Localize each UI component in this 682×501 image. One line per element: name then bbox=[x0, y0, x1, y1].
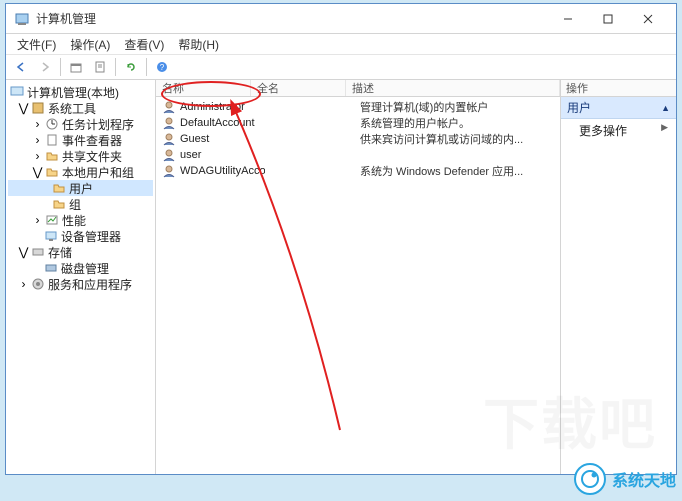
chevron-right-icon: ▶ bbox=[661, 122, 668, 133]
scheduler-icon bbox=[45, 117, 59, 131]
perf-icon bbox=[45, 213, 59, 227]
collapse-icon[interactable]: ⋁ bbox=[32, 167, 43, 178]
col-fullname[interactable]: 全名 bbox=[251, 80, 346, 96]
user-name: DefaultAccount bbox=[180, 117, 265, 129]
device-icon bbox=[44, 229, 58, 243]
collapse-icon[interactable]: ⋁ bbox=[18, 247, 29, 258]
user-name: Guest bbox=[180, 133, 265, 145]
user-icon bbox=[162, 132, 176, 146]
user-row[interactable]: user bbox=[156, 147, 560, 163]
user-row[interactable]: WDAGUtilityAccount 系统为 Windows Defender 应… bbox=[156, 163, 560, 179]
nav-tree[interactable]: 计算机管理(本地) ⋁ 系统工具 › 任务计划程序 › 事件查看器 › 共享文件… bbox=[6, 80, 156, 474]
menu-help[interactable]: 帮助(H) bbox=[173, 35, 224, 54]
up-button[interactable] bbox=[65, 56, 87, 78]
tree-scheduler[interactable]: › 任务计划程序 bbox=[8, 116, 153, 132]
tree-perf[interactable]: › 性能 bbox=[8, 212, 153, 228]
maximize-button[interactable] bbox=[588, 5, 628, 33]
expand-icon[interactable]: › bbox=[32, 151, 43, 162]
computer-icon bbox=[10, 85, 24, 99]
users-folder-icon bbox=[45, 165, 59, 179]
tree-systools[interactable]: ⋁ 系统工具 bbox=[8, 100, 153, 116]
folder-icon bbox=[45, 149, 59, 163]
help-button[interactable]: ? bbox=[151, 56, 173, 78]
list-header: 名称 全名 描述 bbox=[156, 80, 560, 97]
folder-icon bbox=[52, 181, 66, 195]
col-name[interactable]: 名称 bbox=[156, 80, 251, 96]
tools-icon bbox=[31, 101, 45, 115]
titlebar[interactable]: 计算机管理 bbox=[6, 4, 676, 34]
minimize-button[interactable] bbox=[548, 5, 588, 33]
refresh-button[interactable] bbox=[120, 56, 142, 78]
expand-icon[interactable]: › bbox=[32, 135, 43, 146]
actions-header: 操作 bbox=[561, 80, 676, 97]
expand-icon[interactable]: › bbox=[18, 279, 29, 290]
main-list: 名称 全名 描述 Administrator管理计算机(域)的内置帐户Defau… bbox=[156, 80, 561, 474]
user-name: user bbox=[180, 149, 265, 161]
col-description[interactable]: 描述 bbox=[346, 80, 560, 96]
expand-icon[interactable]: › bbox=[32, 119, 43, 130]
user-name: Administrator bbox=[180, 101, 265, 113]
user-row[interactable]: DefaultAccount 系统管理的用户帐户。 bbox=[156, 115, 560, 131]
tree-services[interactable]: › 服务和应用程序 bbox=[8, 276, 153, 292]
services-icon bbox=[31, 277, 45, 291]
tree-sharedfolders[interactable]: › 共享文件夹 bbox=[8, 148, 153, 164]
tree-localusers[interactable]: ⋁ 本地用户和组 bbox=[8, 164, 153, 180]
expand-icon[interactable]: › bbox=[32, 215, 43, 226]
user-icon bbox=[162, 164, 176, 178]
app-icon bbox=[14, 11, 30, 27]
list-body[interactable]: Administrator管理计算机(域)的内置帐户DefaultAccount… bbox=[156, 97, 560, 474]
user-row[interactable]: Guest 供来宾访问计算机或访问域的内... bbox=[156, 131, 560, 147]
watermark: 系统天地 bbox=[574, 463, 676, 495]
disk-icon bbox=[44, 261, 58, 275]
window-title: 计算机管理 bbox=[36, 10, 96, 27]
menubar: 文件(F) 操作(A) 查看(V) 帮助(H) bbox=[6, 34, 676, 54]
svg-text:?: ? bbox=[160, 63, 165, 72]
user-desc: 系统为 Windows Defender 应用... bbox=[360, 163, 560, 179]
watermark-text: 系统天地 bbox=[612, 467, 676, 491]
tree-devmgr[interactable]: 设备管理器 bbox=[8, 228, 153, 244]
back-button[interactable] bbox=[10, 56, 32, 78]
properties-button[interactable] bbox=[89, 56, 111, 78]
tree-root[interactable]: 计算机管理(本地) bbox=[8, 84, 153, 100]
forward-button[interactable] bbox=[34, 56, 56, 78]
user-desc: 系统管理的用户帐户。 bbox=[360, 115, 560, 131]
user-icon bbox=[162, 148, 176, 162]
toolbar: ? bbox=[6, 54, 676, 80]
close-button[interactable] bbox=[628, 5, 668, 33]
menu-file[interactable]: 文件(F) bbox=[12, 35, 61, 54]
window: 计算机管理 文件(F) 操作(A) 查看(V) 帮助(H) ? 计算机管理(本地… bbox=[5, 3, 677, 475]
event-icon bbox=[45, 133, 59, 147]
actions-context[interactable]: 用户 ▲ bbox=[561, 97, 676, 119]
storage-icon bbox=[31, 245, 45, 259]
user-icon bbox=[162, 100, 176, 114]
tree-groups[interactable]: 组 bbox=[8, 196, 153, 212]
tree-eventviewer[interactable]: › 事件查看器 bbox=[8, 132, 153, 148]
menu-view[interactable]: 查看(V) bbox=[119, 35, 169, 54]
user-row[interactable]: Administrator 管理计算机(域)的内置帐户 bbox=[156, 99, 560, 115]
tree-storage[interactable]: ⋁ 存储 bbox=[8, 244, 153, 260]
collapse-icon[interactable]: ⋁ bbox=[18, 103, 29, 114]
user-desc: 供来宾访问计算机或访问域的内... bbox=[360, 131, 560, 147]
user-desc: 管理计算机(域)的内置帐户 bbox=[360, 99, 560, 115]
actions-more[interactable]: 更多操作 ▶ bbox=[561, 119, 676, 142]
folder-icon bbox=[52, 197, 66, 211]
watermark-logo-icon bbox=[574, 463, 606, 495]
menu-action[interactable]: 操作(A) bbox=[65, 35, 115, 54]
user-icon bbox=[162, 116, 176, 130]
tree-users[interactable]: 用户 bbox=[8, 180, 153, 196]
chevron-up-icon: ▲ bbox=[661, 103, 670, 113]
user-name: WDAGUtilityAccount bbox=[180, 165, 265, 177]
tree-diskmgmt[interactable]: 磁盘管理 bbox=[8, 260, 153, 276]
actions-pane: 操作 用户 ▲ 更多操作 ▶ bbox=[561, 80, 676, 474]
